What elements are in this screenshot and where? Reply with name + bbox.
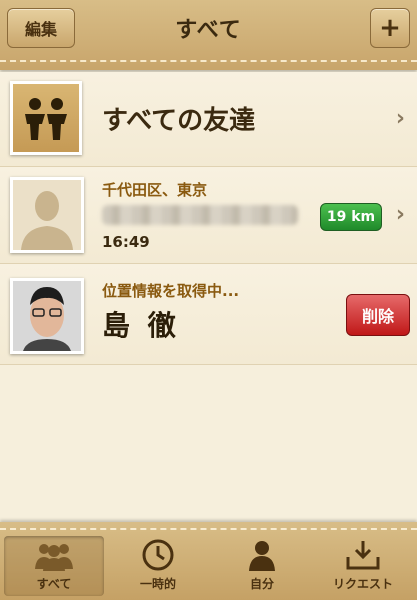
tab-temporary[interactable]: 一時的 [108, 536, 208, 596]
delete-button[interactable]: 削除 [346, 294, 410, 336]
add-friend-button[interactable]: + [370, 8, 410, 48]
distance-badge: 19 km [320, 203, 382, 231]
chevron-right-icon: › [395, 202, 405, 227]
tab-all[interactable]: すべて [4, 536, 104, 596]
friend-name: 島 徹 [102, 309, 180, 342]
people-icon [35, 544, 73, 571]
tab-requests[interactable]: リクエスト [313, 536, 413, 596]
tab-label: 一時的 [139, 577, 176, 591]
stitch-divider [0, 528, 417, 530]
chevron-right-icon: › [395, 106, 405, 131]
tab-me[interactable]: 自分 [212, 536, 312, 596]
tab-label: リクエスト [332, 577, 393, 591]
tab-bar: すべて 一時的 自分 リクエスト [0, 522, 417, 600]
locating-status: 位置情報を取得中... [102, 282, 240, 300]
friend-row[interactable]: 位置情報を取得中... 島 徹 削除 [0, 264, 417, 365]
friend-update-time: 16:49 [102, 233, 150, 251]
tab-label: 自分 [249, 577, 274, 591]
person-icon [249, 541, 275, 571]
blurred-name [102, 205, 298, 225]
all-friends-row[interactable]: すべての友達 › [0, 72, 417, 167]
tab-label: すべて [36, 577, 72, 591]
stitch-divider [0, 60, 417, 62]
inbox-download-icon [346, 541, 380, 570]
friend-row[interactable]: 千代田区、東京 16:49 19 km › [0, 167, 417, 264]
friend-location: 千代田区、東京 [102, 181, 208, 199]
clock-icon [142, 539, 174, 571]
avatar [10, 278, 84, 354]
avatar [10, 177, 84, 253]
friends-group-icon [10, 81, 82, 155]
navigation-bar: 編集 すべて + [0, 0, 417, 70]
page-title: すべて [175, 18, 242, 43]
all-friends-label: すべての友達 [102, 106, 256, 136]
